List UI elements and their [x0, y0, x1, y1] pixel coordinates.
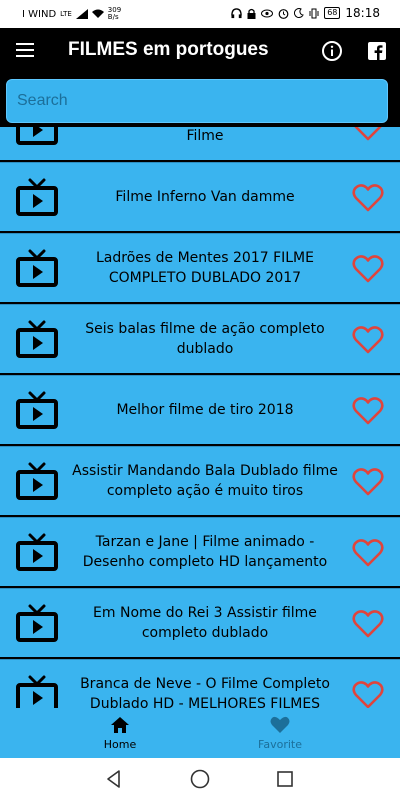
item-title: Branca de Neve - O Filme Completo Dublad…	[80, 676, 330, 708]
favorite-button[interactable]	[352, 396, 384, 426]
wifi-icon	[91, 9, 104, 18]
back-triangle-icon	[107, 770, 120, 788]
tv-play-icon	[16, 249, 58, 287]
list-item[interactable]: Assistir Mandando Bala Dublado filme com…	[0, 446, 400, 515]
nav-favorite[interactable]: Favorite	[180, 708, 380, 758]
recents-square-icon	[277, 771, 293, 787]
favorite-button[interactable]	[352, 183, 384, 213]
signal-icon	[75, 9, 88, 19]
vibrate-icon	[309, 8, 319, 18]
favorite-button[interactable]	[352, 538, 384, 568]
heart-outline-icon	[352, 539, 384, 567]
recents-button[interactable]	[275, 769, 295, 789]
status-bar: I WIND LTE 309 B/s 68 18:18	[0, 0, 400, 28]
facebook-button[interactable]	[366, 40, 388, 62]
heart-outline-icon	[352, 184, 384, 212]
clock: 18:18	[345, 6, 380, 20]
back-button[interactable]	[104, 769, 124, 789]
heart-filled-icon	[270, 716, 290, 733]
hamburger-menu-icon	[16, 43, 34, 45]
system-navigation-bar	[0, 758, 400, 800]
heart-outline-icon	[354, 127, 382, 141]
facebook-icon	[368, 42, 386, 60]
nav-favorite-label: Favorite	[258, 738, 302, 751]
favorite-button[interactable]	[352, 680, 384, 708]
favorite-button[interactable]	[352, 467, 384, 497]
battery-level: 68	[324, 7, 341, 19]
lock-icon	[247, 8, 256, 19]
list-item[interactable]: Seis balas filme de ação completo dublad…	[0, 304, 400, 373]
tv-play-icon	[16, 178, 58, 216]
network-type: LTE	[60, 10, 72, 18]
favorite-button[interactable]	[352, 325, 384, 355]
heart-outline-icon	[352, 255, 384, 283]
heart-outline-icon	[352, 681, 384, 708]
item-title: Tarzan e Jane | Filme animado - Desenho …	[82, 534, 328, 570]
bottom-navigation: Home Favorite	[0, 708, 400, 758]
item-title: Ladrões de Mentes 2017 FILME COMPLETO DU…	[96, 250, 314, 286]
list-item[interactable]: Em Nome do Rei 3 Assistir filme completo…	[0, 588, 400, 657]
list-item[interactable]: Ladrões de Mentes 2017 FILME COMPLETO DU…	[0, 233, 400, 302]
hamburger-line	[16, 49, 34, 51]
tv-play-icon	[16, 462, 58, 500]
tv-play-icon	[16, 675, 58, 708]
video-list[interactable]: VAN DAMME - Operação Fronteira Filme Film…	[0, 127, 400, 708]
home-system-button[interactable]	[189, 768, 211, 790]
eye-icon	[261, 9, 274, 17]
tv-play-icon	[16, 320, 58, 358]
home-icon	[111, 717, 129, 733]
headphones-icon	[231, 7, 242, 18]
heart-outline-icon	[352, 610, 384, 638]
favorite-button[interactable]	[352, 254, 384, 284]
favorite-button[interactable]	[352, 127, 384, 142]
list-item[interactable]: Tarzan e Jane | Filme animado - Desenho …	[0, 517, 400, 586]
list-item[interactable]: Branca de Neve - O Filme Completo Dublad…	[0, 659, 400, 708]
heart-outline-icon	[352, 468, 384, 496]
heart-outline-icon	[352, 326, 384, 354]
alarm-icon	[278, 8, 289, 19]
list-item[interactable]: VAN DAMME - Operação Fronteira Filme	[0, 127, 400, 160]
item-title: Melhor filme de tiro 2018	[116, 402, 294, 418]
info-button[interactable]	[321, 40, 343, 62]
list-item[interactable]: Melhor filme de tiro 2018	[0, 375, 400, 444]
info-circle-icon	[322, 41, 342, 61]
home-circle-icon	[190, 769, 210, 789]
search-input[interactable]	[6, 79, 388, 123]
app-bar: FILMES em portogues	[0, 28, 400, 74]
tv-play-icon	[16, 533, 58, 571]
moon-icon	[294, 8, 304, 18]
menu-button[interactable]	[16, 41, 36, 61]
tv-play-icon	[16, 391, 58, 429]
hamburger-line	[16, 55, 34, 57]
item-title: Assistir Mandando Bala Dublado filme com…	[72, 463, 338, 499]
item-title: Filme Inferno Van damme	[115, 189, 295, 205]
carrier-label: I WIND	[22, 8, 57, 20]
tv-play-icon	[16, 604, 58, 642]
tv-play-icon	[16, 127, 58, 145]
app-title: FILMES em portogues	[68, 39, 269, 60]
item-title: Em Nome do Rei 3 Assistir filme completo…	[93, 605, 317, 641]
favorite-button[interactable]	[352, 609, 384, 639]
item-title: VAN DAMME - Operação Fronteira Filme	[186, 128, 224, 144]
item-title: Seis balas filme de ação completo dublad…	[85, 321, 325, 357]
list-item[interactable]: Filme Inferno Van damme	[0, 162, 400, 231]
search-bar	[0, 74, 400, 130]
network-speed-unit: B/s	[107, 13, 119, 21]
heart-outline-icon	[352, 397, 384, 425]
